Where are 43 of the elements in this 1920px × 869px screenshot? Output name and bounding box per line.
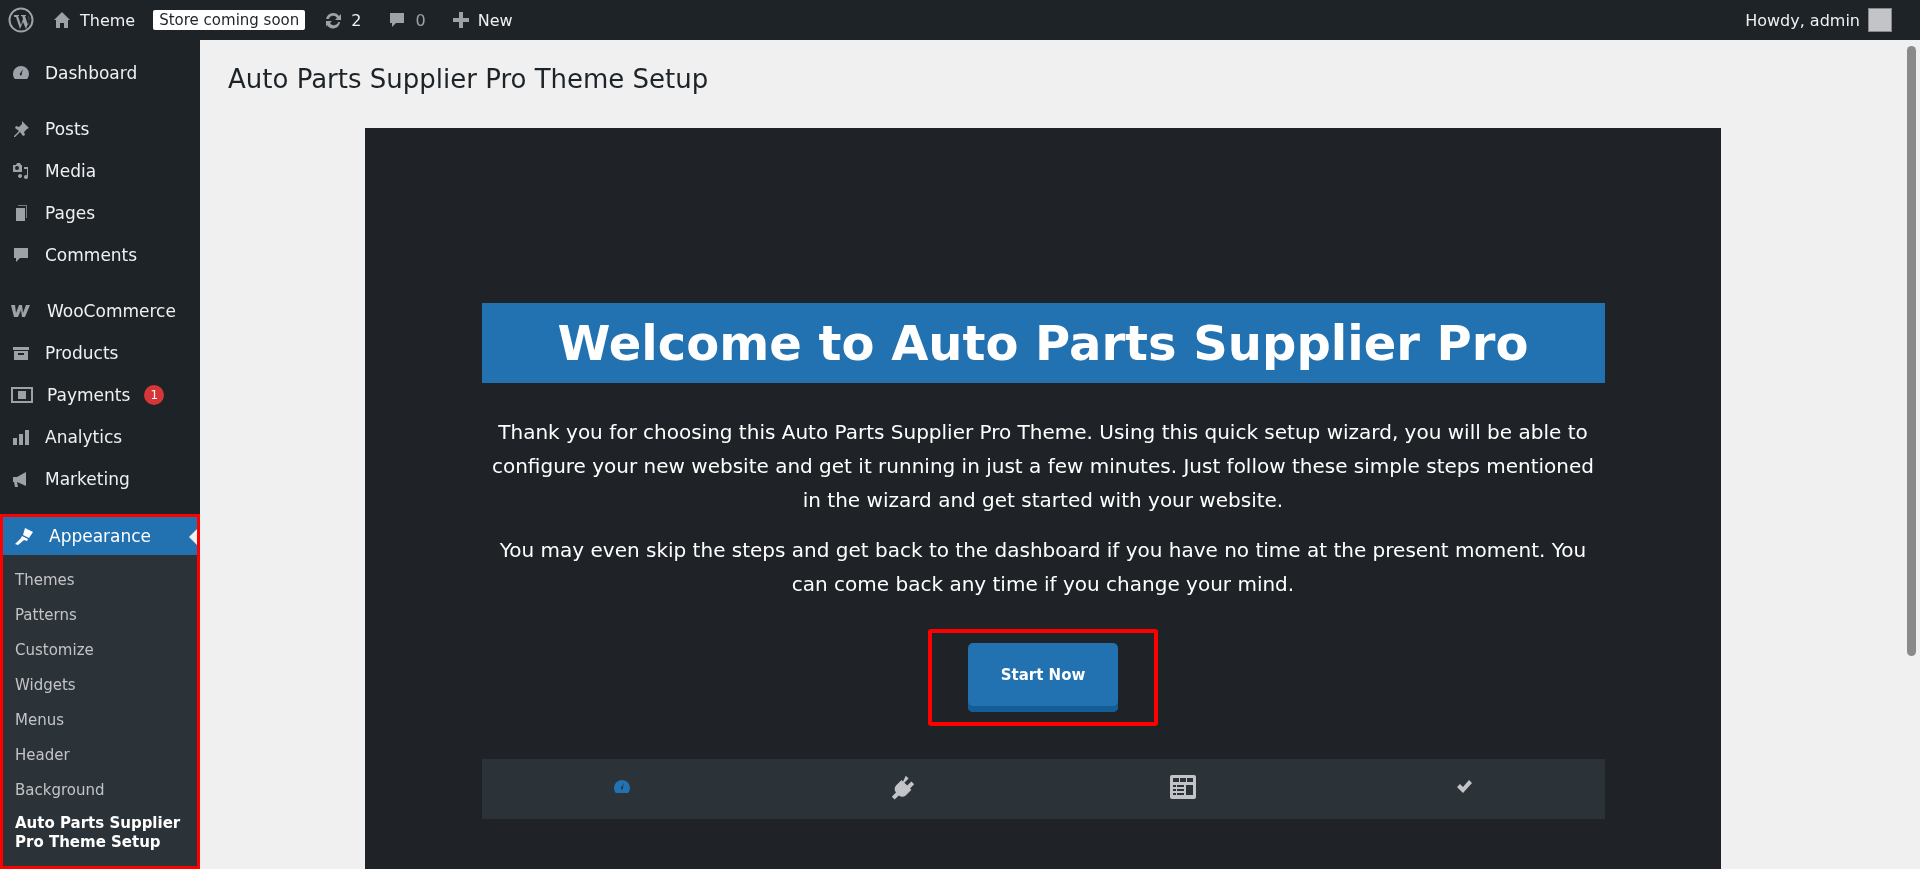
home-icon [52,10,72,30]
submenu-item[interactable]: Auto Parts Supplier Pro Theme Setup [3,808,197,860]
sidebar-item[interactable]: Marketing [0,458,200,500]
pin-icon [11,119,31,139]
bar-chart-icon [11,427,31,447]
submenu-item[interactable]: Themes [3,563,197,598]
camera-music-icon [11,161,31,181]
notification-count: 1 [144,385,165,405]
sidebar-item[interactable]: Products [0,332,200,374]
submenu-item[interactable]: Customize [3,633,197,668]
sidebar-item[interactable]: Pages [0,192,200,234]
sidebar-item[interactable]: Media [0,150,200,192]
sidebar-item[interactable]: WooCommerce [0,290,200,332]
welcome-heading: Welcome to Auto Parts Supplier Pro [481,303,1605,383]
intro-paragraph: You may even skip the steps and get back to the dashboard if you have no time at the present moment. You can come back any time if you change your mind. [498,537,1588,598]
submenu-item[interactable]: Widgets [3,668,197,703]
sidebar-item[interactable]: Payments 1 [0,374,200,416]
comments-link[interactable]: 0 [379,10,434,30]
page-title: Auto Parts Supplier Pro Theme Setup [228,64,710,94]
paintbrush-icon [13,526,35,546]
submenu-item[interactable]: Patterns [3,598,197,633]
sidebar-item[interactable]: Dashboard [0,52,200,94]
submenu-item[interactable]: Menus [3,703,197,738]
site-home-link[interactable]: Theme [44,10,144,30]
submenu-item[interactable]: Background [3,773,197,808]
layout-grid-icon [1169,774,1198,800]
new-content-link[interactable]: New [443,10,521,30]
intro-paragraph: Thank you for choosing this Auto Parts Supplier Pro Theme. Using this quick setup wizard, you will be able to configure your new website and get it running in just a few minutes. Just follow these simple steps mentioned in the wizard and get started with your website. [490,419,1596,514]
sidebar-item[interactable]: Posts [0,108,200,150]
sidebar-item[interactable]: Analytics [0,416,200,458]
w-logo-icon [11,304,33,318]
start-now-button[interactable]: Start Now [968,643,1118,712]
sidebar-item[interactable]: Appearance [3,517,197,555]
plus-icon [451,11,470,29]
submenu-item[interactable]: Header [3,738,197,773]
store-status-badge[interactable]: Store coming soon [153,10,306,30]
sidebar-item[interactable]: Comments [0,234,200,276]
speech-bubble-icon [11,245,31,265]
dollar-card-icon [11,386,33,404]
user-greeting[interactable]: Howdy, admin [1745,10,1860,30]
refresh-icon [323,10,344,30]
wordpress-logo-icon[interactable] [8,7,34,33]
updates-link[interactable]: 2 [315,10,370,30]
